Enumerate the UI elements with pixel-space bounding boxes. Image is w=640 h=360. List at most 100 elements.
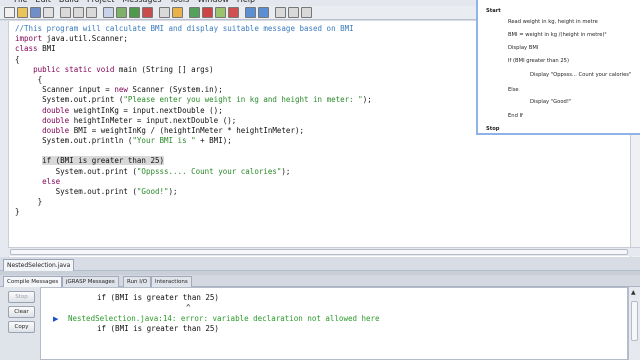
menu-item-window[interactable]: Window <box>197 0 229 5</box>
code-keyword: double <box>42 125 70 135</box>
copy-button[interactable]: Copy <box>8 321 35 333</box>
file-tab-nestedselection[interactable]: NestedSelection.java <box>3 259 75 271</box>
menu-item-edit[interactable]: Edit <box>35 0 51 5</box>
code-keyword: new <box>114 85 128 95</box>
scrollbar-thumb[interactable] <box>10 249 628 255</box>
pseudocode-overlay: Start Read weight in kg, height in metre B… <box>476 0 640 135</box>
error-message[interactable]: NestedSelection.java:14: error: variable… <box>68 314 380 323</box>
csd-icon[interactable] <box>172 7 183 18</box>
code-line[interactable]: class BMI <box>15 44 372 54</box>
error-caret: ^ <box>186 303 191 312</box>
editor-right-strip <box>630 135 640 260</box>
editor-horizontal-scrollbar[interactable] <box>8 247 640 256</box>
print-icon[interactable] <box>43 7 54 18</box>
run-icon[interactable] <box>129 7 140 18</box>
tab-compile-messages[interactable]: Compile Messages <box>3 276 63 287</box>
file-tab-bar: NestedSelection.java <box>0 257 640 271</box>
code-text: } <box>15 197 43 207</box>
menu-item-tools[interactable]: Tools <box>170 0 190 5</box>
uml-icon[interactable] <box>245 7 256 18</box>
code-text: System.out.print ( <box>15 187 137 196</box>
cut-icon[interactable] <box>60 7 71 18</box>
error-arrow-icon[interactable]: ▶ <box>53 315 58 323</box>
source-code[interactable]: //This program will calculate BMI and di… <box>15 24 372 218</box>
code-keyword: else <box>42 176 61 186</box>
pseudocode-line: Read weight in kg, height in metre <box>508 19 598 25</box>
code-line[interactable]: System.out.println ("Your BMI is " + BMI… <box>15 136 372 146</box>
message-line: if (BMI is greater than 25) <box>97 293 219 302</box>
code-line[interactable]: else <box>15 177 372 187</box>
undo-icon[interactable] <box>103 7 114 18</box>
code-line[interactable]: public static void main (String [] args) <box>15 65 372 75</box>
clear-button[interactable]: Clear <box>8 306 35 318</box>
debug-icon[interactable] <box>142 7 153 18</box>
code-line[interactable]: System.out.print ("Good!"); <box>15 187 372 197</box>
code-line[interactable]: } <box>15 197 372 207</box>
viewer-icon[interactable] <box>258 7 269 18</box>
new-file-icon[interactable] <box>4 7 15 18</box>
code-keyword: class <box>15 44 38 54</box>
line-numbers-icon[interactable] <box>288 7 299 18</box>
code-line[interactable]: import java.util.Scanner; <box>15 34 372 44</box>
code-line[interactable]: { <box>15 55 372 65</box>
code-keyword: import <box>15 34 43 44</box>
paste-icon[interactable] <box>86 7 97 18</box>
jgrasp-window: File Edit Build Project Messages Tools Window H… <box>0 0 640 360</box>
tab-jgrasp-messages[interactable]: jGRASP Messages <box>62 276 119 287</box>
code-text: weightInKg = input.nextDouble (); <box>69 105 223 115</box>
code-line[interactable]: if (BMI is greater than 25) <box>15 156 372 166</box>
message-button-panel: Stop Clear Copy <box>0 287 40 360</box>
tab-run-io[interactable]: Run I/O <box>123 276 152 287</box>
step-icon[interactable] <box>189 7 200 18</box>
compile-messages-area[interactable]: if (BMI is greater than 25) ^ ▶ NestedSe… <box>40 287 628 360</box>
remove-icon[interactable] <box>228 7 239 18</box>
code-text: System.out.println ( <box>15 136 133 146</box>
code-line[interactable]: double weightInKg = input.nextDouble (); <box>15 106 372 116</box>
code-text: BMI <box>37 44 56 54</box>
code-string: "Please enter you weight in kg and heigh… <box>123 95 363 105</box>
stop-button[interactable]: Stop <box>8 291 35 303</box>
code-line[interactable]: } <box>15 207 372 217</box>
pseudocode-line: Display "Good!" <box>530 99 572 105</box>
open-folder-icon[interactable] <box>17 7 28 18</box>
code-line[interactable]: System.out.print ("Please enter you weig… <box>15 95 372 105</box>
fold-icon[interactable] <box>301 7 312 18</box>
code-line[interactable] <box>15 146 372 156</box>
pseudocode-line: Display BMI <box>508 45 539 51</box>
messages-vertical-scrollbar[interactable]: ▲ <box>628 287 640 360</box>
code-keyword: double <box>42 105 70 115</box>
scrollbar-thumb[interactable] <box>631 301 638 341</box>
stop-run-icon[interactable] <box>202 7 213 18</box>
find-icon[interactable] <box>159 7 170 18</box>
save-icon[interactable] <box>30 7 41 18</box>
code-keyword: double <box>42 115 70 125</box>
message-tabs: Compile Messages jGRASP Messages Run I/O… <box>0 275 640 287</box>
code-string: "Oppsss.... Count your calories" <box>136 166 282 176</box>
menu-item-file[interactable]: File <box>14 0 27 5</box>
tab-interactions[interactable]: Interactions <box>151 276 192 287</box>
code-text: System.out.print ( <box>15 95 124 105</box>
copy-icon[interactable] <box>73 7 84 18</box>
compile-icon[interactable] <box>116 7 127 18</box>
message-line: if (BMI is greater than 25) <box>97 324 219 333</box>
code-line[interactable]: Scanner input = new Scanner (System.in); <box>15 85 372 95</box>
code-line[interactable]: System.out.print ("Oppsss.... Count your… <box>15 167 372 177</box>
menu-item-project[interactable]: Project <box>87 0 114 5</box>
code-line[interactable]: { <box>15 75 372 85</box>
scroll-up-icon[interactable]: ▲ <box>631 289 636 296</box>
code-line[interactable]: double BMI = weightInKg / (heightInMeter… <box>15 126 372 136</box>
font-size-icon[interactable] <box>275 7 286 18</box>
menu-item-messages[interactable]: Messages <box>122 0 161 5</box>
editor-gutter <box>0 21 8 257</box>
menu-item-build[interactable]: Build <box>59 0 79 5</box>
generate-icon[interactable] <box>215 7 226 18</box>
menu-item-help[interactable]: Help <box>237 0 255 5</box>
code-line[interactable]: //This program will calculate BMI and di… <box>15 24 372 34</box>
code-text: main (String [] args) <box>114 64 214 74</box>
code-line[interactable]: double heightInMeter = input.nextDouble … <box>15 116 372 126</box>
code-text: BMI = weightInKg / (heightInMeter * heig… <box>69 125 304 135</box>
